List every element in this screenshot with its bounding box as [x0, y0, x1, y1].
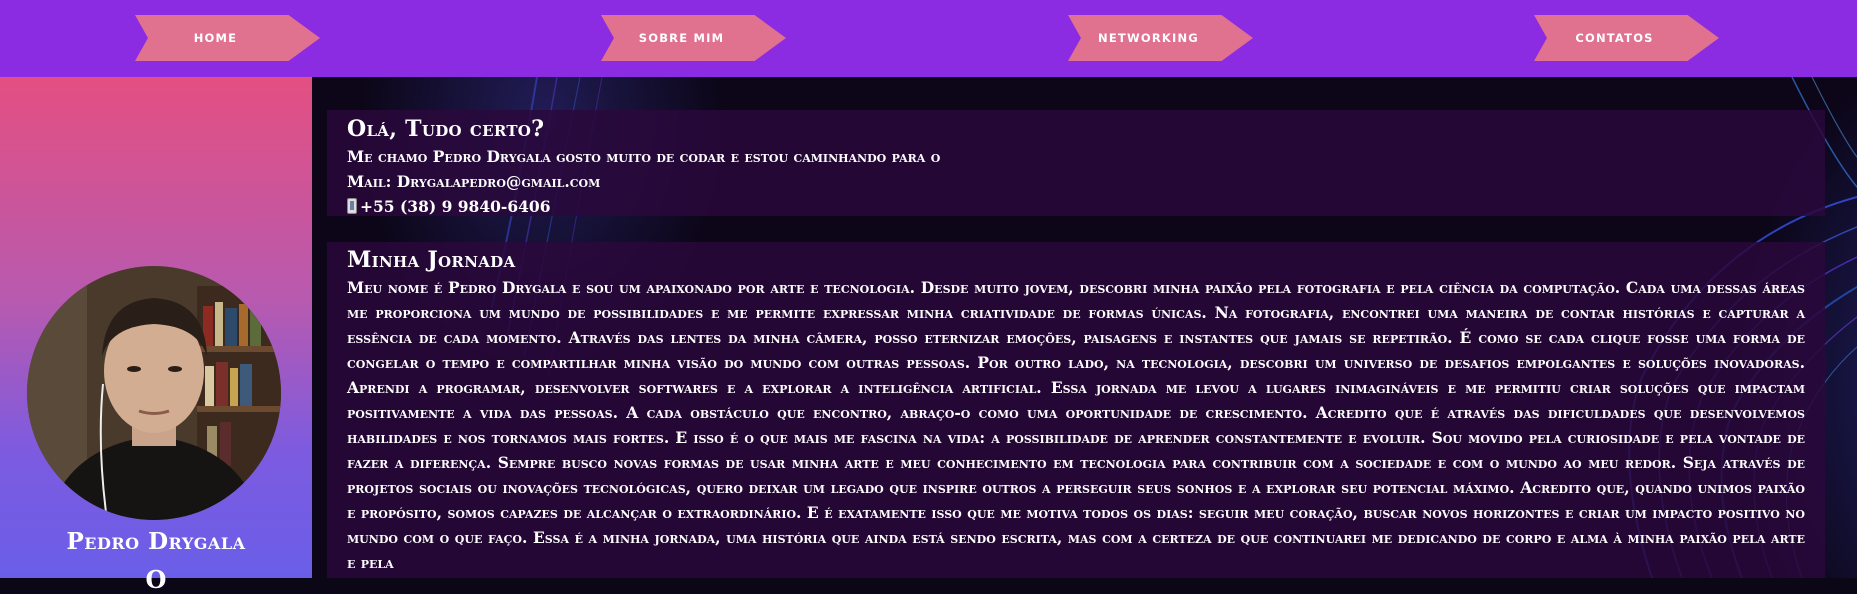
intro-section: Olá, Tudo certo? Me chamo Pedro Drygala … — [327, 110, 1825, 216]
profile-sidebar: Pedro Drygala O — [0, 77, 312, 594]
journey-section: Minha Jornada Meu nome é Pedro Drygala e… — [327, 242, 1825, 578]
phone-row: +55 (38) 9 9840-6406 — [347, 194, 1805, 219]
email-text: Mail: Drygalapedro@gmail.com — [347, 172, 601, 191]
nav-home[interactable]: HOME — [135, 15, 320, 61]
journey-title: Minha Jornada — [347, 247, 516, 273]
nav-sobre-mim[interactable]: SOBRE MIM — [601, 15, 786, 61]
nav-contatos[interactable]: CONTATOS — [1534, 15, 1719, 61]
intro-title: Olá, Tudo certo? — [347, 116, 545, 142]
avatar — [27, 266, 281, 520]
phone-text: +55 (38) 9 9840-6406 — [360, 197, 551, 216]
mobile-phone-icon — [347, 198, 357, 214]
sidebar-cut-text: O — [145, 565, 167, 594]
intro-description: Me chamo Pedro Drygala gosto muito de co… — [347, 147, 941, 166]
main-content: Olá, Tudo certo? Me chamo Pedro Drygala … — [312, 77, 1857, 578]
journey-text: Meu nome é Pedro Drygala e sou um apaixo… — [347, 278, 1805, 572]
profile-name: Pedro Drygala — [66, 528, 246, 555]
top-navigation: HOME SOBRE MIM NETWORKING CONTATOS — [0, 0, 1857, 77]
nav-networking[interactable]: NETWORKING — [1068, 15, 1253, 61]
profile-photo — [27, 266, 281, 520]
